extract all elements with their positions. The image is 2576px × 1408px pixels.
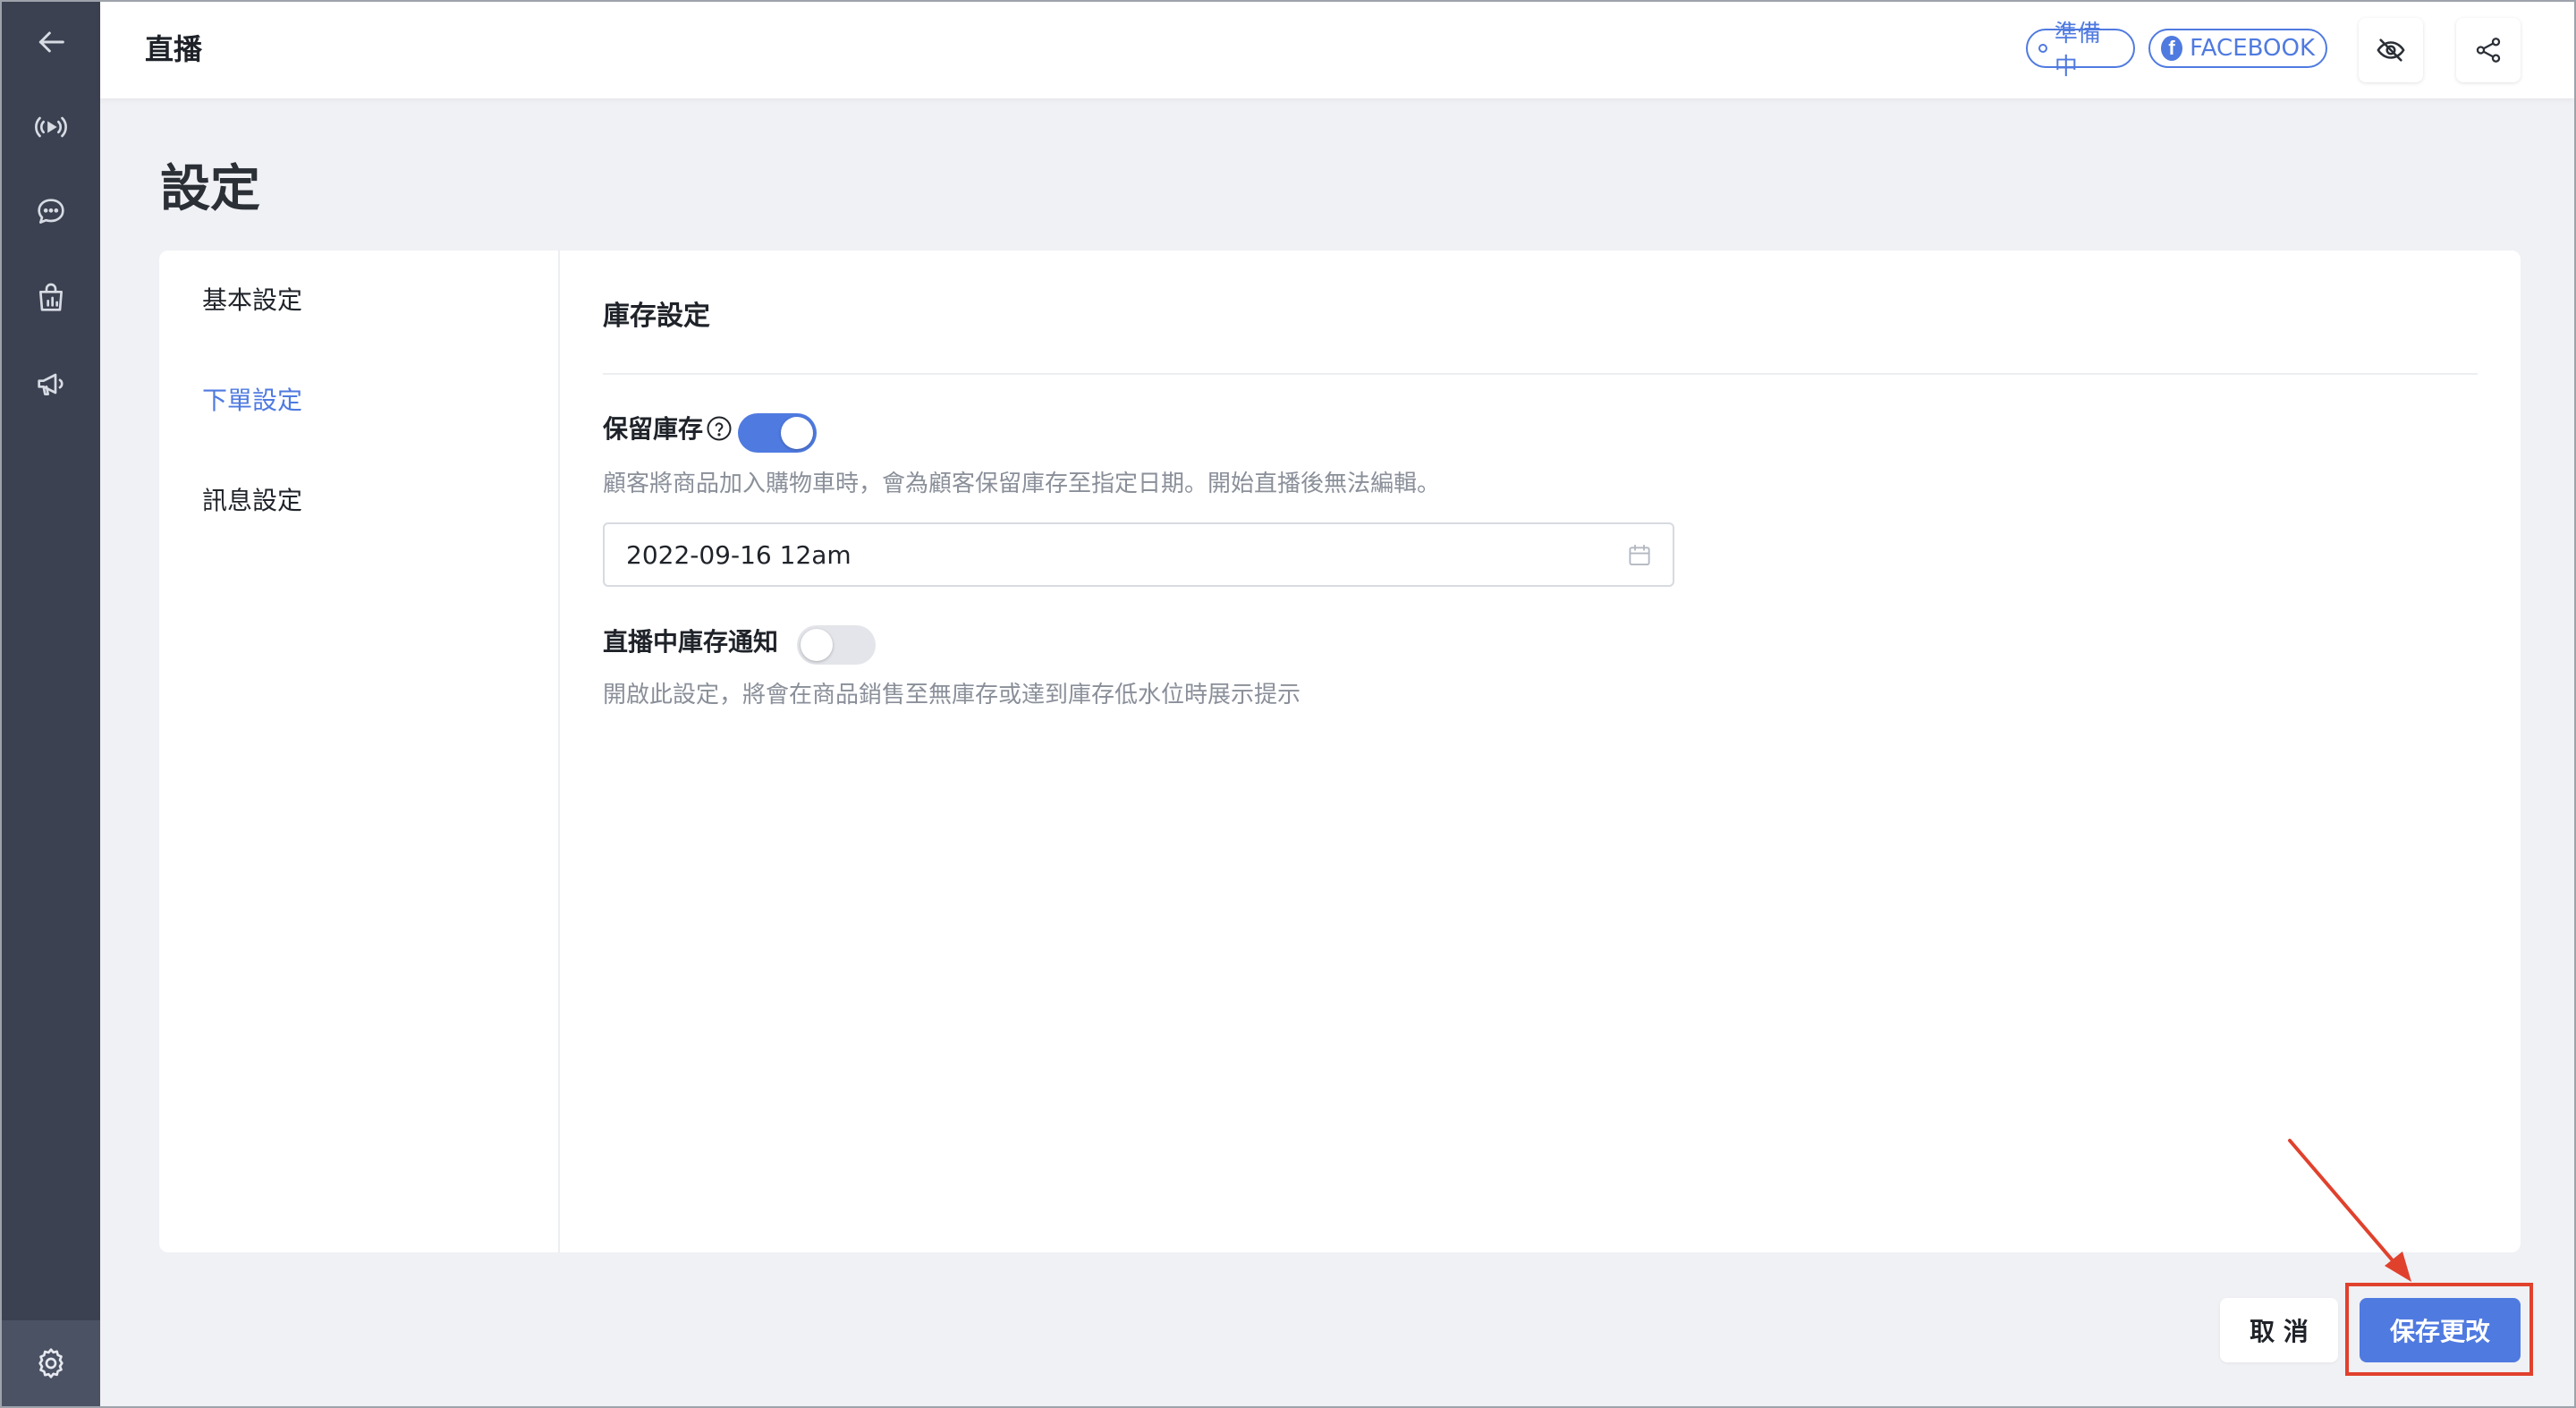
platform-badge: f FACEBOOK <box>2148 29 2327 68</box>
header-title: 直播 <box>145 32 203 66</box>
live-stock-notice-label: 直播中庫存通知 <box>603 627 779 657</box>
page-title: 設定 <box>160 160 260 218</box>
nav-item-message-settings[interactable]: 訊息設定 <box>202 483 302 519</box>
live-stock-notice-description: 開啟此設定，將會在商品銷售至無庫存或達到庫存低水位時展示提示 <box>603 682 1301 708</box>
status-dot-icon <box>2038 44 2047 53</box>
status-badge: 準備中 <box>2026 21 2135 81</box>
calendar-icon <box>1629 544 1650 565</box>
platform-badge-label: FACEBOOK <box>2190 35 2315 62</box>
toggle-knob <box>781 417 813 449</box>
sidebar <box>2 2 100 1406</box>
app-window: 直播 準備中 f FACEBOOK 設定 基本設定 下單設定 訊息設定 庫存設定… <box>0 0 2576 1408</box>
status-badge-label: 準備中 <box>2054 21 2101 81</box>
chat-icon[interactable] <box>2 172 100 252</box>
live-broadcast-icon[interactable] <box>2 87 100 167</box>
help-icon[interactable] <box>706 415 733 442</box>
reserve-stock-label: 保留庫存 <box>603 414 704 444</box>
settings-card: 基本設定 下單設定 訊息設定 庫存設定 保留庫存 顧客將商品加入購物車時，會為顧… <box>159 250 2521 1252</box>
settings-icon[interactable] <box>2 1320 100 1406</box>
cancel-button[interactable]: 取 消 <box>2220 1298 2338 1362</box>
eye-off-icon <box>2377 38 2405 62</box>
shopping-bag-icon[interactable] <box>2 258 100 338</box>
reserve-stock-toggle[interactable] <box>738 413 817 453</box>
share-icon <box>2476 38 2501 63</box>
megaphone-icon[interactable] <box>2 344 100 424</box>
reserve-stock-description: 顧客將商品加入購物車時，會為顧客保留庫存至指定日期。開始直播後無法編輯。 <box>603 471 1441 497</box>
section-divider <box>603 373 2478 375</box>
reserve-date-input[interactable]: 2022-09-16 12am <box>603 522 1674 587</box>
settings-nav: 基本設定 下單設定 訊息設定 <box>159 250 560 1252</box>
reserve-date-value: 2022-09-16 12am <box>626 540 852 570</box>
share-button[interactable] <box>2456 18 2521 82</box>
live-stock-notice-toggle[interactable] <box>797 625 876 665</box>
facebook-icon: f <box>2161 36 2183 61</box>
save-changes-button[interactable]: 保存更改 <box>2360 1298 2521 1362</box>
nav-item-basic-settings[interactable]: 基本設定 <box>202 283 302 318</box>
visibility-toggle-button[interactable] <box>2359 18 2423 82</box>
toggle-knob <box>801 629 833 661</box>
back-arrow-icon[interactable] <box>2 2 100 82</box>
section-title: 庫存設定 <box>603 301 710 332</box>
top-header: 直播 準備中 f FACEBOOK <box>100 2 2574 98</box>
nav-item-order-settings[interactable]: 下單設定 <box>202 383 302 419</box>
